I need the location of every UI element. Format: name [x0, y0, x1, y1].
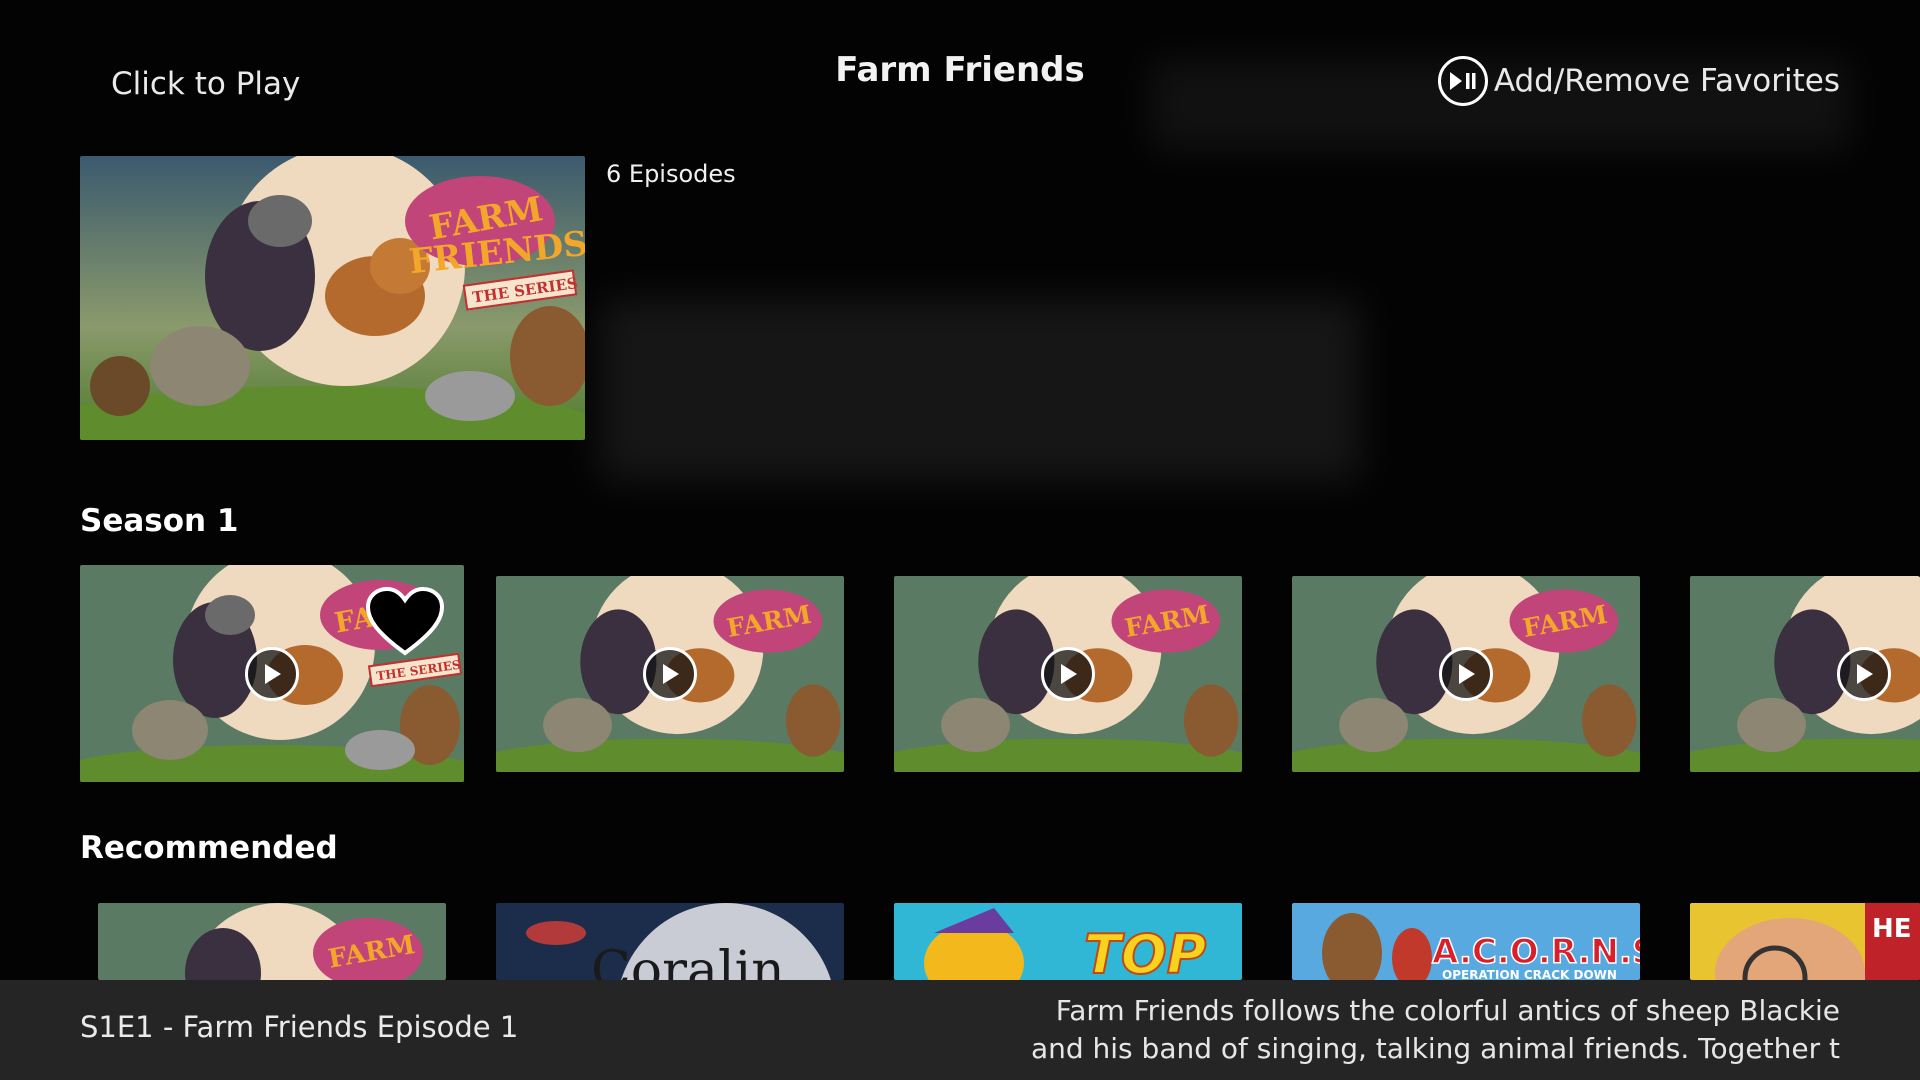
- selected-episode-label: S1E1 - Farm Friends Episode 1: [80, 1010, 519, 1044]
- episode-tile[interactable]: [1690, 576, 1920, 772]
- favorites-hint: Add/Remove Favorites: [1437, 56, 1840, 106]
- episode-synopsis: Farm Friends follows the colorful antics…: [940, 992, 1840, 1068]
- recommended-tile[interactable]: HE: [1690, 903, 1920, 980]
- season-title: Season 1: [80, 503, 239, 539]
- episode-tile[interactable]: FARM THE SERIES: [80, 565, 464, 782]
- episode-tile[interactable]: FARM: [894, 576, 1242, 772]
- recommended-tile[interactable]: TOP: [894, 903, 1242, 980]
- recommended-title: Recommended: [80, 830, 338, 866]
- favorites-hint-label: Add/Remove Favorites: [1493, 63, 1840, 99]
- coraline-title-text: Coralin: [591, 941, 785, 980]
- recommended-tile[interactable]: A.C.O.R.N.S. OPERATION CRACK DOWN: [1292, 903, 1640, 980]
- play-icon[interactable]: [1439, 647, 1493, 701]
- recommended-tile[interactable]: Coralin: [496, 903, 844, 980]
- recommended-tile[interactable]: FARM: [98, 903, 446, 980]
- acorns-subtitle-text: OPERATION CRACK DOWN: [1442, 968, 1617, 980]
- synopsis-line-2: and his band of singing, talking animal …: [1030, 1032, 1840, 1065]
- synopsis-line-1: Farm Friends follows the colorful antics…: [1055, 994, 1840, 1027]
- top-cat-title-text: TOP: [1084, 923, 1206, 980]
- play-pause-icon: [1437, 56, 1488, 106]
- episode-tile[interactable]: FARM: [496, 576, 844, 772]
- acorns-title-text: A.C.O.R.N.S.: [1432, 932, 1640, 972]
- play-icon[interactable]: [643, 647, 697, 701]
- play-icon[interactable]: [245, 646, 299, 701]
- info-bar: S1E1 - Farm Friends Episode 1 Farm Frien…: [0, 980, 1920, 1080]
- episode-count: 6 Episodes: [606, 160, 736, 188]
- background-blur: [600, 300, 1360, 480]
- play-icon[interactable]: [1041, 647, 1095, 701]
- favorite-heart-icon: [366, 587, 444, 656]
- play-icon[interactable]: [1837, 647, 1891, 701]
- episode-tile[interactable]: FARM: [1292, 576, 1640, 772]
- detective-title-text: HE: [1872, 914, 1912, 944]
- hero-artwork[interactable]: FARM FRIENDS THE SERIES: [80, 156, 585, 440]
